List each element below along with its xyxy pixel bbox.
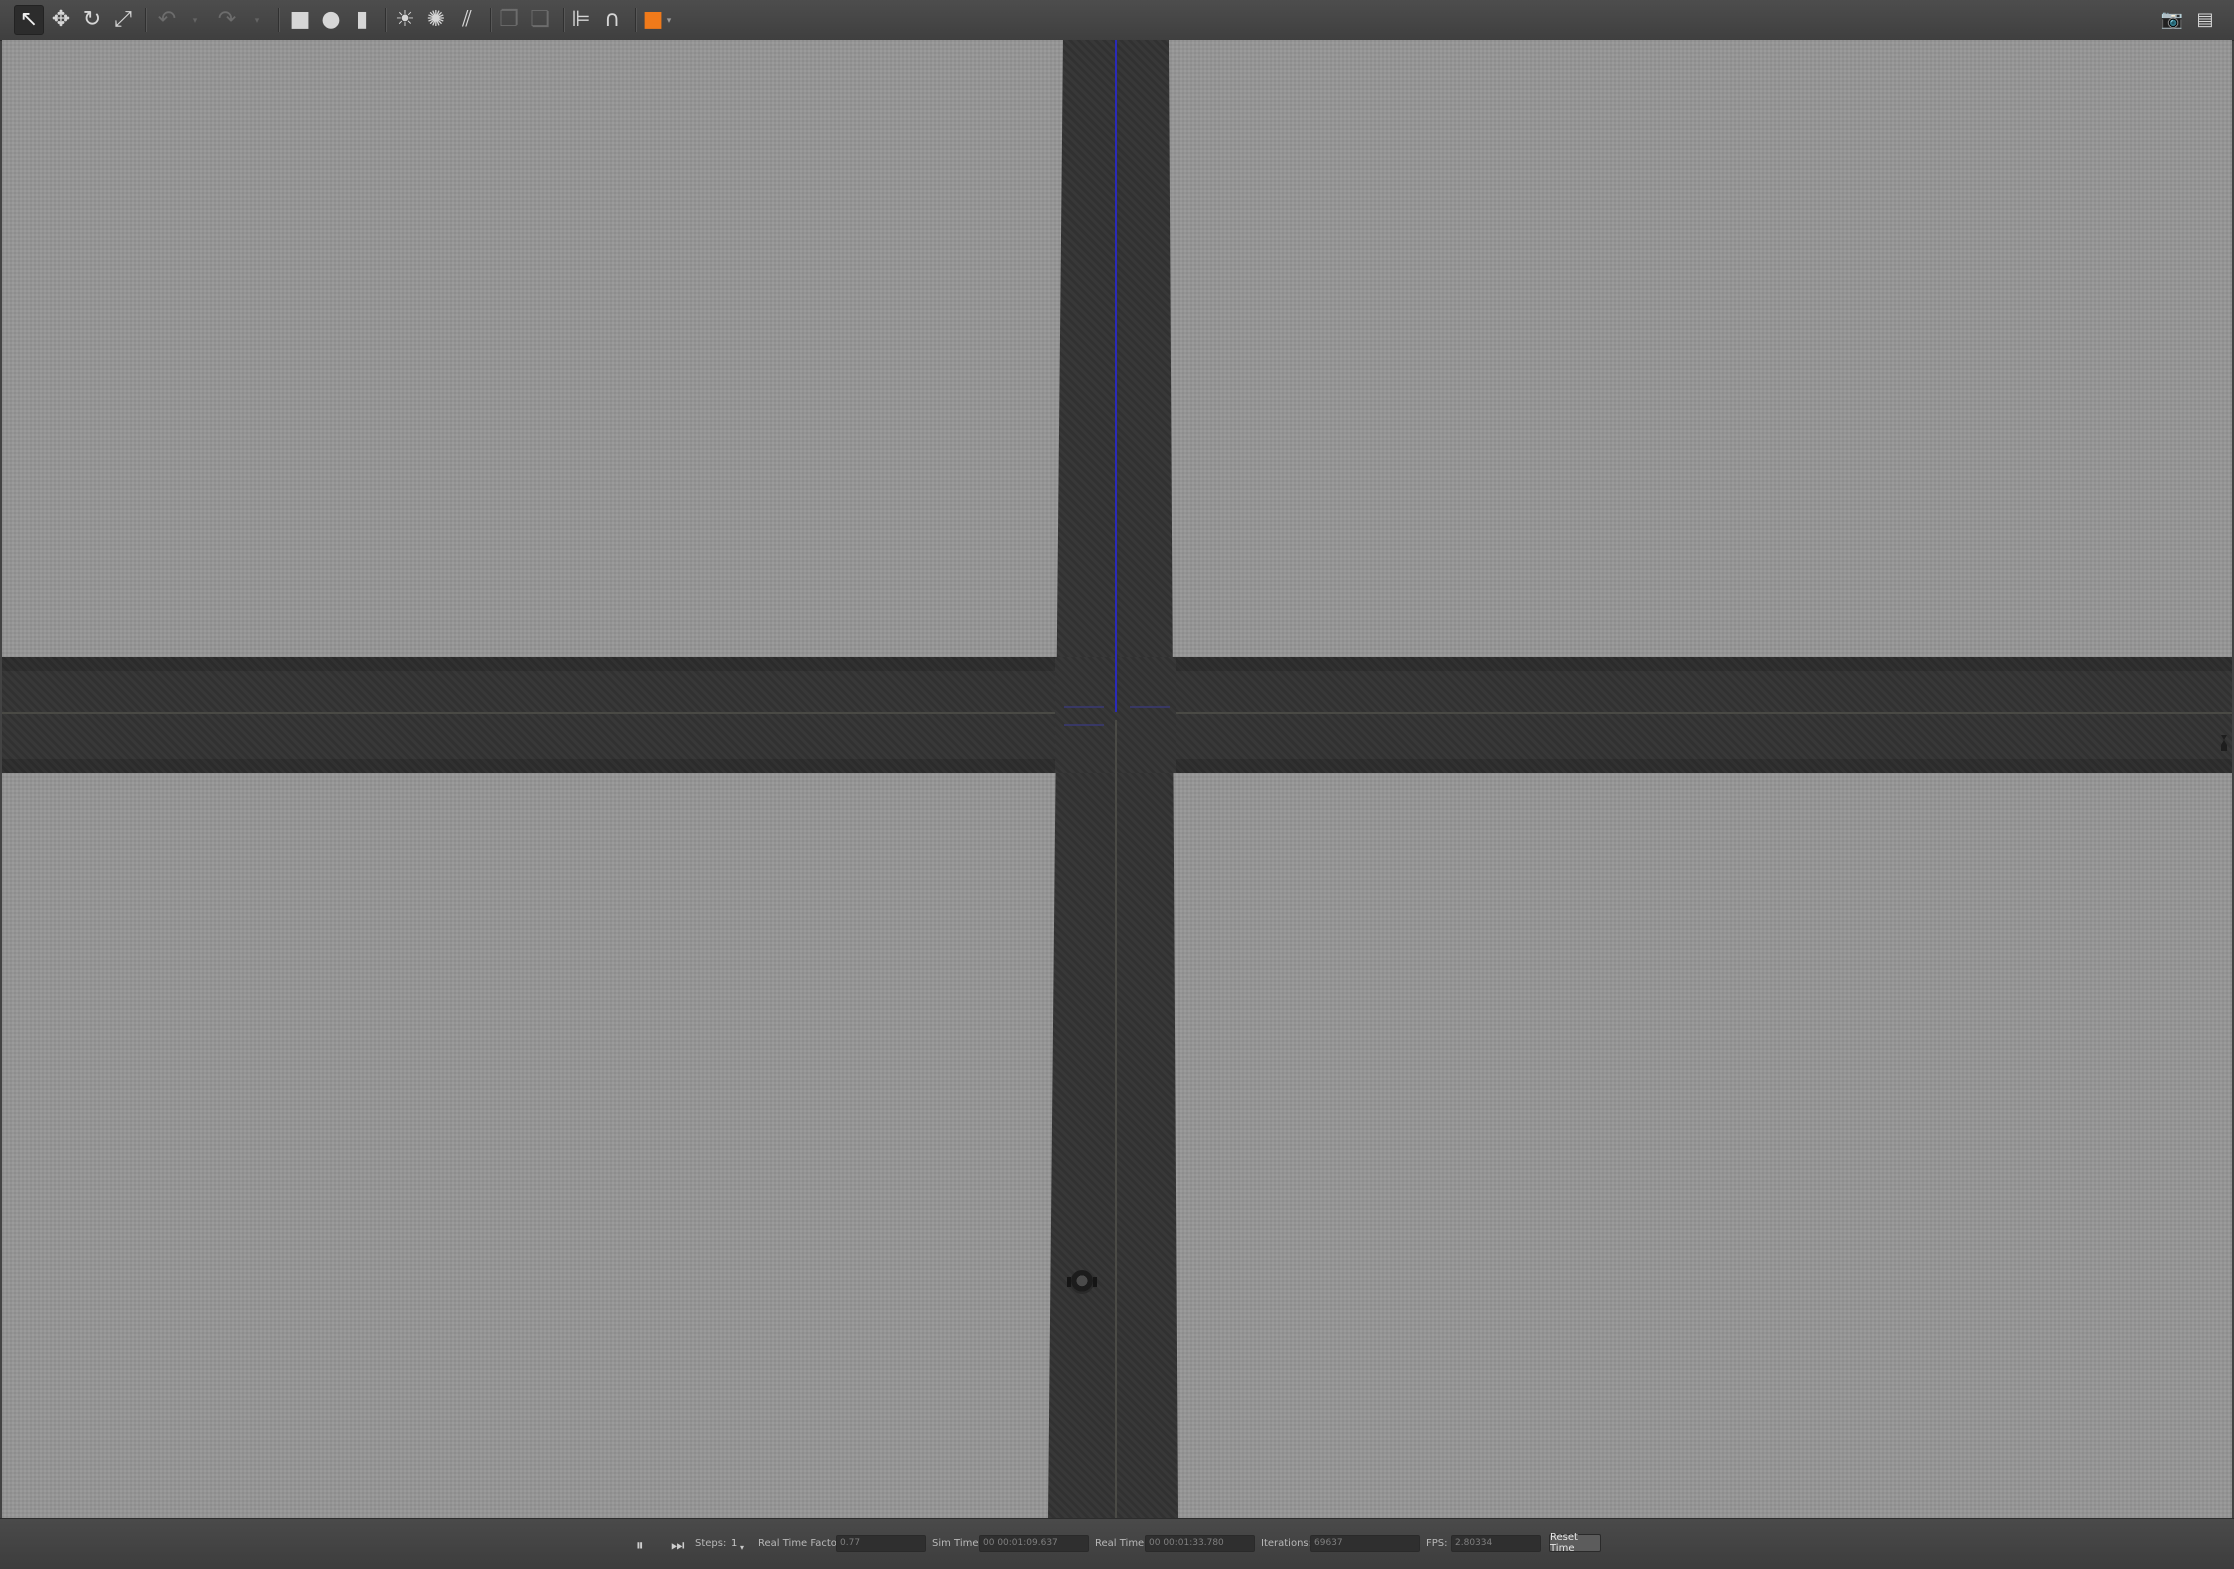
real-time-label: Real Time: bbox=[1095, 1538, 1148, 1549]
screenshot-camera-icon[interactable]: 📷 bbox=[2157, 5, 2187, 35]
toolbar-separator bbox=[490, 8, 492, 32]
real-time-field: 00 00:01:33.780 bbox=[1145, 1535, 1255, 1552]
gazebo-window: ↖ ✥ ↻ ⤢ ↶ ▾ ↷ ▾ ■ ● ▮ ☀ ✺ ⫽ ❐ ❏ ⊫ ∩ ■ ▾ … bbox=[0, 0, 2234, 1569]
iterations-field: 69637 bbox=[1310, 1535, 1420, 1552]
main-toolbar: ↖ ✥ ↻ ⤢ ↶ ▾ ↷ ▾ ■ ● ▮ ☀ ✺ ⫽ ❐ ❏ ⊫ ∩ ■ ▾ … bbox=[0, 0, 2234, 41]
box-shape-icon[interactable]: ■ bbox=[285, 5, 315, 35]
robot-model[interactable] bbox=[1067, 1270, 1097, 1294]
cylinder-shape-icon[interactable]: ▮ bbox=[347, 5, 377, 35]
sim-time-label: Sim Time: bbox=[932, 1538, 982, 1549]
select-arrow-icon[interactable]: ↖ bbox=[14, 5, 44, 35]
intersection-marker bbox=[1064, 724, 1104, 726]
horizontal-road-center-line bbox=[1176, 712, 2232, 714]
steps-value[interactable]: 1 bbox=[731, 1538, 737, 1549]
redo-dropdown-chevron-icon[interactable]: ▾ bbox=[252, 14, 262, 28]
edge-marker-icon bbox=[2220, 734, 2228, 752]
real-time-factor-label: Real Time Factor: bbox=[758, 1538, 845, 1549]
vertical-road bbox=[1048, 40, 1178, 1518]
intersection-marker bbox=[1130, 706, 1170, 708]
toolbar-separator bbox=[145, 8, 147, 32]
step-icon[interactable]: ⏭ bbox=[671, 1536, 685, 1554]
steps-chevron-down-icon[interactable]: ▾ bbox=[740, 1543, 744, 1552]
fps-label: FPS: bbox=[1426, 1538, 1448, 1549]
log-data-icon[interactable]: ▤ bbox=[2190, 5, 2220, 35]
fps-field: 2.80334 bbox=[1451, 1535, 1541, 1552]
redo-icon[interactable]: ↷ bbox=[212, 5, 242, 35]
simulation-statusbar: ⏸ ⏭ Steps: 1 ▾ Real Time Factor: 0.77 Si… bbox=[0, 1518, 2234, 1569]
scene-viewport[interactable] bbox=[2, 40, 2232, 1518]
intersection-marker bbox=[1064, 706, 1104, 708]
view-dropdown-chevron-icon[interactable]: ▾ bbox=[664, 14, 674, 28]
steps-label: Steps: bbox=[695, 1538, 727, 1549]
point-light-icon[interactable]: ☀ bbox=[390, 5, 420, 35]
paste-icon[interactable]: ❏ bbox=[525, 5, 555, 35]
translate-icon[interactable]: ✥ bbox=[46, 5, 76, 35]
toolbar-separator bbox=[563, 8, 565, 32]
snap-magnet-icon[interactable]: ∩ bbox=[597, 5, 627, 35]
iterations-label: Iterations: bbox=[1261, 1538, 1312, 1549]
scale-icon[interactable]: ⤢ bbox=[108, 5, 138, 35]
rotate-icon[interactable]: ↻ bbox=[77, 5, 107, 35]
vertical-road-center-line bbox=[1115, 720, 1117, 1518]
directional-light-icon[interactable]: ⫽ bbox=[452, 5, 482, 35]
toolbar-separator bbox=[278, 8, 280, 32]
blue-axis-line bbox=[1115, 40, 1117, 712]
spot-light-icon[interactable]: ✺ bbox=[421, 5, 451, 35]
undo-icon[interactable]: ↶ bbox=[152, 5, 182, 35]
real-time-factor-field: 0.77 bbox=[836, 1535, 926, 1552]
align-icon[interactable]: ⊫ bbox=[566, 5, 596, 35]
sim-time-field: 00 00:01:09.637 bbox=[979, 1535, 1089, 1552]
reset-time-button[interactable]: Reset Time bbox=[1549, 1532, 1601, 1554]
undo-dropdown-chevron-icon[interactable]: ▾ bbox=[190, 14, 200, 28]
horizontal-road-center-line bbox=[2, 712, 1055, 714]
pause-icon[interactable]: ⏸ bbox=[636, 1536, 644, 1554]
sphere-shape-icon[interactable]: ● bbox=[316, 5, 346, 35]
toolbar-separator bbox=[385, 8, 387, 32]
toolbar-separator bbox=[635, 8, 637, 32]
copy-icon[interactable]: ❐ bbox=[494, 5, 524, 35]
